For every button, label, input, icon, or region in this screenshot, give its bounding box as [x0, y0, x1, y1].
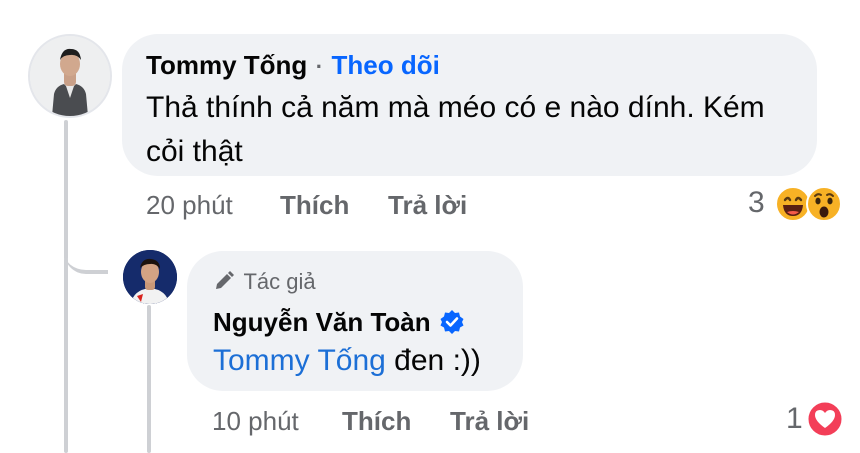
reply-reply-button[interactable]: Trả lời	[450, 406, 529, 437]
reply-time[interactable]: 10 phút	[212, 406, 299, 437]
comment-reaction-count[interactable]: 3	[748, 186, 765, 220]
follow-button[interactable]: Theo dõi	[332, 50, 440, 80]
comment-text-line-2: cỏi thật	[146, 135, 243, 168]
reply-reaction-count[interactable]: 1	[786, 402, 803, 436]
thread-connector	[64, 230, 108, 274]
thread-line	[64, 258, 68, 453]
comment-author[interactable]: Tommy Tống	[146, 50, 307, 80]
verified-badge-icon	[440, 310, 464, 334]
avatar-image	[30, 36, 110, 116]
comment-bubble: Tommy Tống · Theo dõi Thả thính cả năm m…	[122, 34, 817, 176]
reply-author[interactable]: Nguyễn Văn Toàn	[213, 307, 431, 337]
comment-reply-button[interactable]: Trả lời	[388, 190, 467, 221]
author-badge: Tác giả	[213, 269, 316, 295]
pencil-icon	[216, 271, 234, 289]
separator-dot: ·	[315, 54, 324, 79]
comment-like-button[interactable]: Thích	[280, 190, 349, 221]
reply-thread-line	[147, 305, 151, 453]
reply-bubble: Tác giả Nguyễn Văn Toàn Tommy Tống đen :…	[187, 251, 523, 391]
wow-emoji-icon[interactable]	[806, 186, 842, 222]
avatar-image	[123, 250, 177, 304]
mention-link[interactable]: Tommy Tống	[213, 344, 386, 377]
reply-text: Tommy Tống đen :))	[213, 339, 481, 383]
avatar[interactable]	[28, 34, 112, 118]
reply-like-button[interactable]: Thích	[342, 406, 411, 437]
comment-time[interactable]: 20 phút	[146, 190, 233, 221]
reply-text-body: đen :))	[385, 344, 481, 377]
comment-text-line-1: Thả thính cả năm mà méo có e nào dính. K…	[146, 91, 765, 124]
author-badge-label: Tác giả	[243, 269, 316, 294]
reply-avatar[interactable]	[123, 250, 177, 304]
heart-reaction-icon[interactable]	[806, 400, 844, 438]
